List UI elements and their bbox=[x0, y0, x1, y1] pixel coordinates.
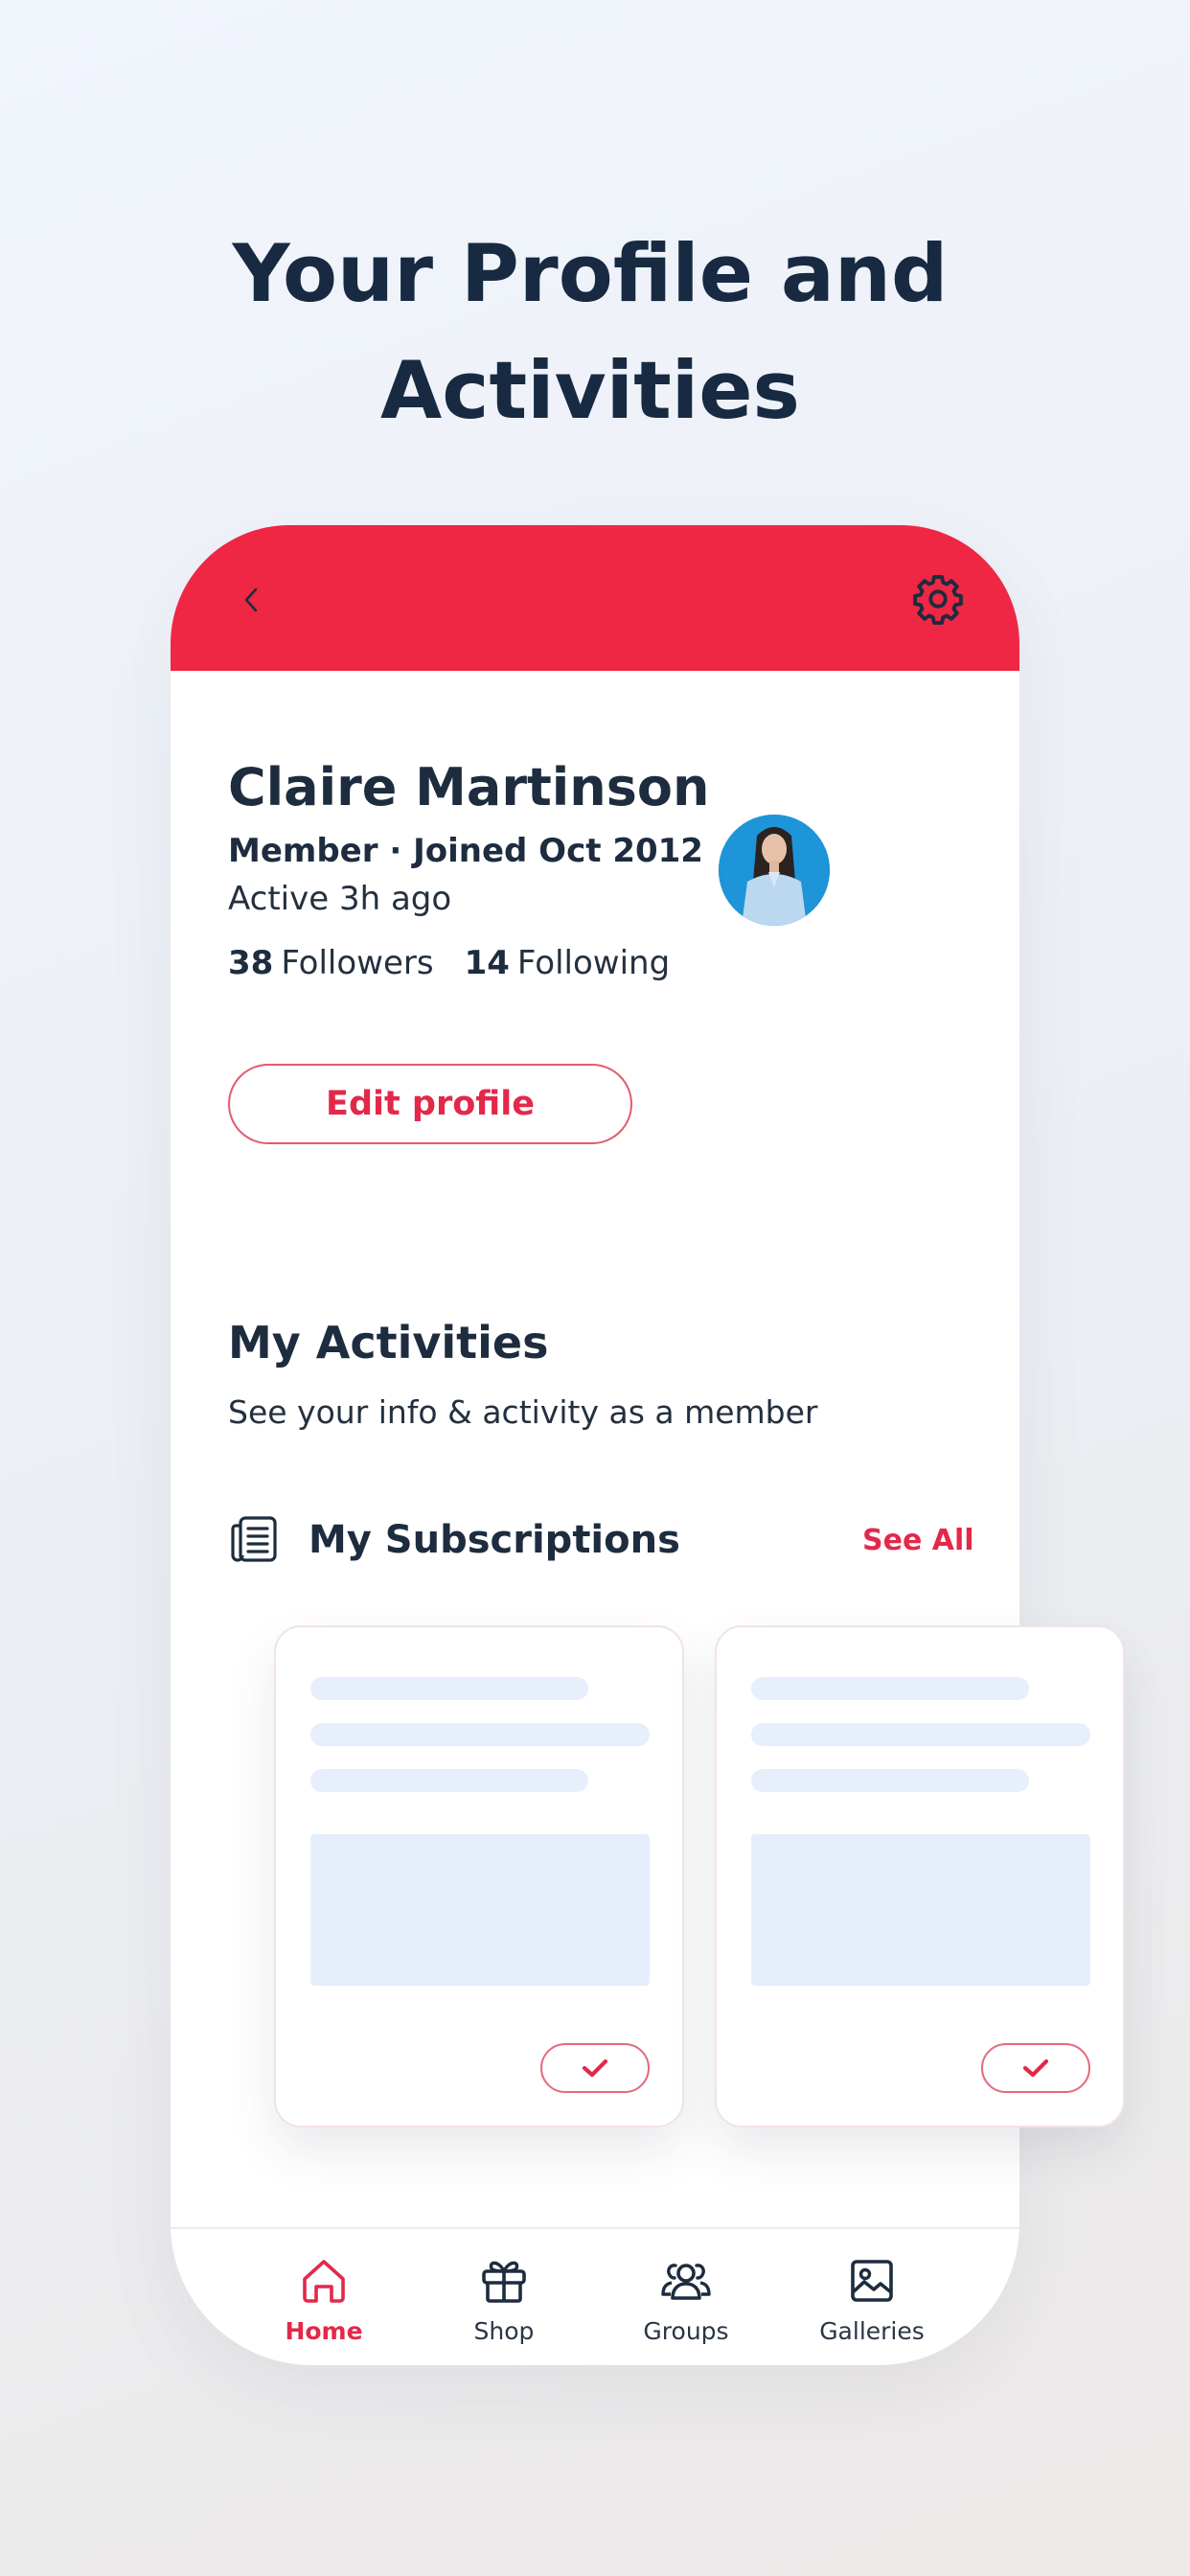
member-since: Member · Joined Oct 2012 bbox=[228, 832, 703, 870]
nav-shop[interactable]: Shop bbox=[427, 2254, 581, 2345]
followers-count: 38 bbox=[228, 944, 274, 982]
chevron-left-icon bbox=[244, 587, 258, 612]
nav-galleries[interactable]: Galleries bbox=[795, 2254, 949, 2345]
skeleton-line bbox=[310, 1723, 650, 1746]
subscribed-check-button[interactable] bbox=[981, 2043, 1090, 2093]
headline-line-2: Activities bbox=[380, 344, 800, 437]
subscription-card[interactable] bbox=[715, 1625, 1125, 2128]
see-all-link[interactable]: See All bbox=[862, 1524, 974, 1557]
following-stat[interactable]: 14 Following bbox=[465, 944, 671, 982]
users-icon bbox=[661, 2264, 711, 2300]
checkmark-icon bbox=[1022, 2058, 1049, 2078]
skeleton-image bbox=[310, 1834, 650, 1986]
following-label: Following bbox=[516, 944, 671, 982]
nav-groups[interactable]: Groups bbox=[609, 2254, 763, 2345]
subscription-card[interactable] bbox=[274, 1625, 684, 2128]
skeleton-image bbox=[751, 1834, 1090, 1986]
avatar-photo bbox=[719, 815, 830, 926]
follow-stats: 38 Followers 14 Following bbox=[228, 944, 700, 982]
gift-icon bbox=[482, 2261, 526, 2303]
bottom-navigation: Home Shop Groups Galleries bbox=[171, 2227, 1019, 2365]
active-status: Active 3h ago bbox=[228, 880, 452, 918]
subscriptions-title: My Subscriptions bbox=[309, 1518, 680, 1562]
activities-subtitle: See your info & activity as a member bbox=[228, 1393, 818, 1431]
headline-line-1: Your Profile and bbox=[232, 227, 949, 320]
skeleton-line bbox=[751, 1723, 1090, 1746]
avatar[interactable] bbox=[719, 815, 830, 926]
followers-stat[interactable]: 38 Followers bbox=[228, 944, 434, 982]
page-headline: Your Profile and Activities bbox=[0, 216, 1180, 449]
back-button[interactable] bbox=[230, 579, 272, 621]
app-header bbox=[171, 525, 1019, 671]
profile-name: Claire Martinson bbox=[228, 757, 710, 817]
activities-title: My Activities bbox=[228, 1317, 549, 1368]
newspaper-icon bbox=[231, 1516, 277, 1562]
skeleton-line bbox=[310, 1677, 588, 1700]
gear-icon bbox=[913, 575, 963, 625]
edit-profile-button[interactable]: Edit profile bbox=[228, 1064, 632, 1144]
subscribed-check-button[interactable] bbox=[540, 2043, 650, 2093]
skeleton-line bbox=[751, 1677, 1029, 1700]
nav-galleries-label: Galleries bbox=[819, 2317, 925, 2345]
nav-home[interactable]: Home bbox=[247, 2254, 400, 2345]
followers-label: Followers bbox=[281, 944, 434, 982]
home-icon bbox=[303, 2260, 345, 2303]
checkmark-icon bbox=[582, 2058, 608, 2078]
following-count: 14 bbox=[464, 944, 510, 982]
image-icon bbox=[851, 2260, 893, 2302]
skeleton-line bbox=[751, 1769, 1029, 1792]
skeleton-line bbox=[310, 1769, 588, 1792]
nav-shop-label: Shop bbox=[473, 2317, 535, 2345]
nav-groups-label: Groups bbox=[643, 2317, 729, 2345]
nav-home-label: Home bbox=[285, 2317, 363, 2345]
settings-button[interactable] bbox=[910, 571, 966, 627]
